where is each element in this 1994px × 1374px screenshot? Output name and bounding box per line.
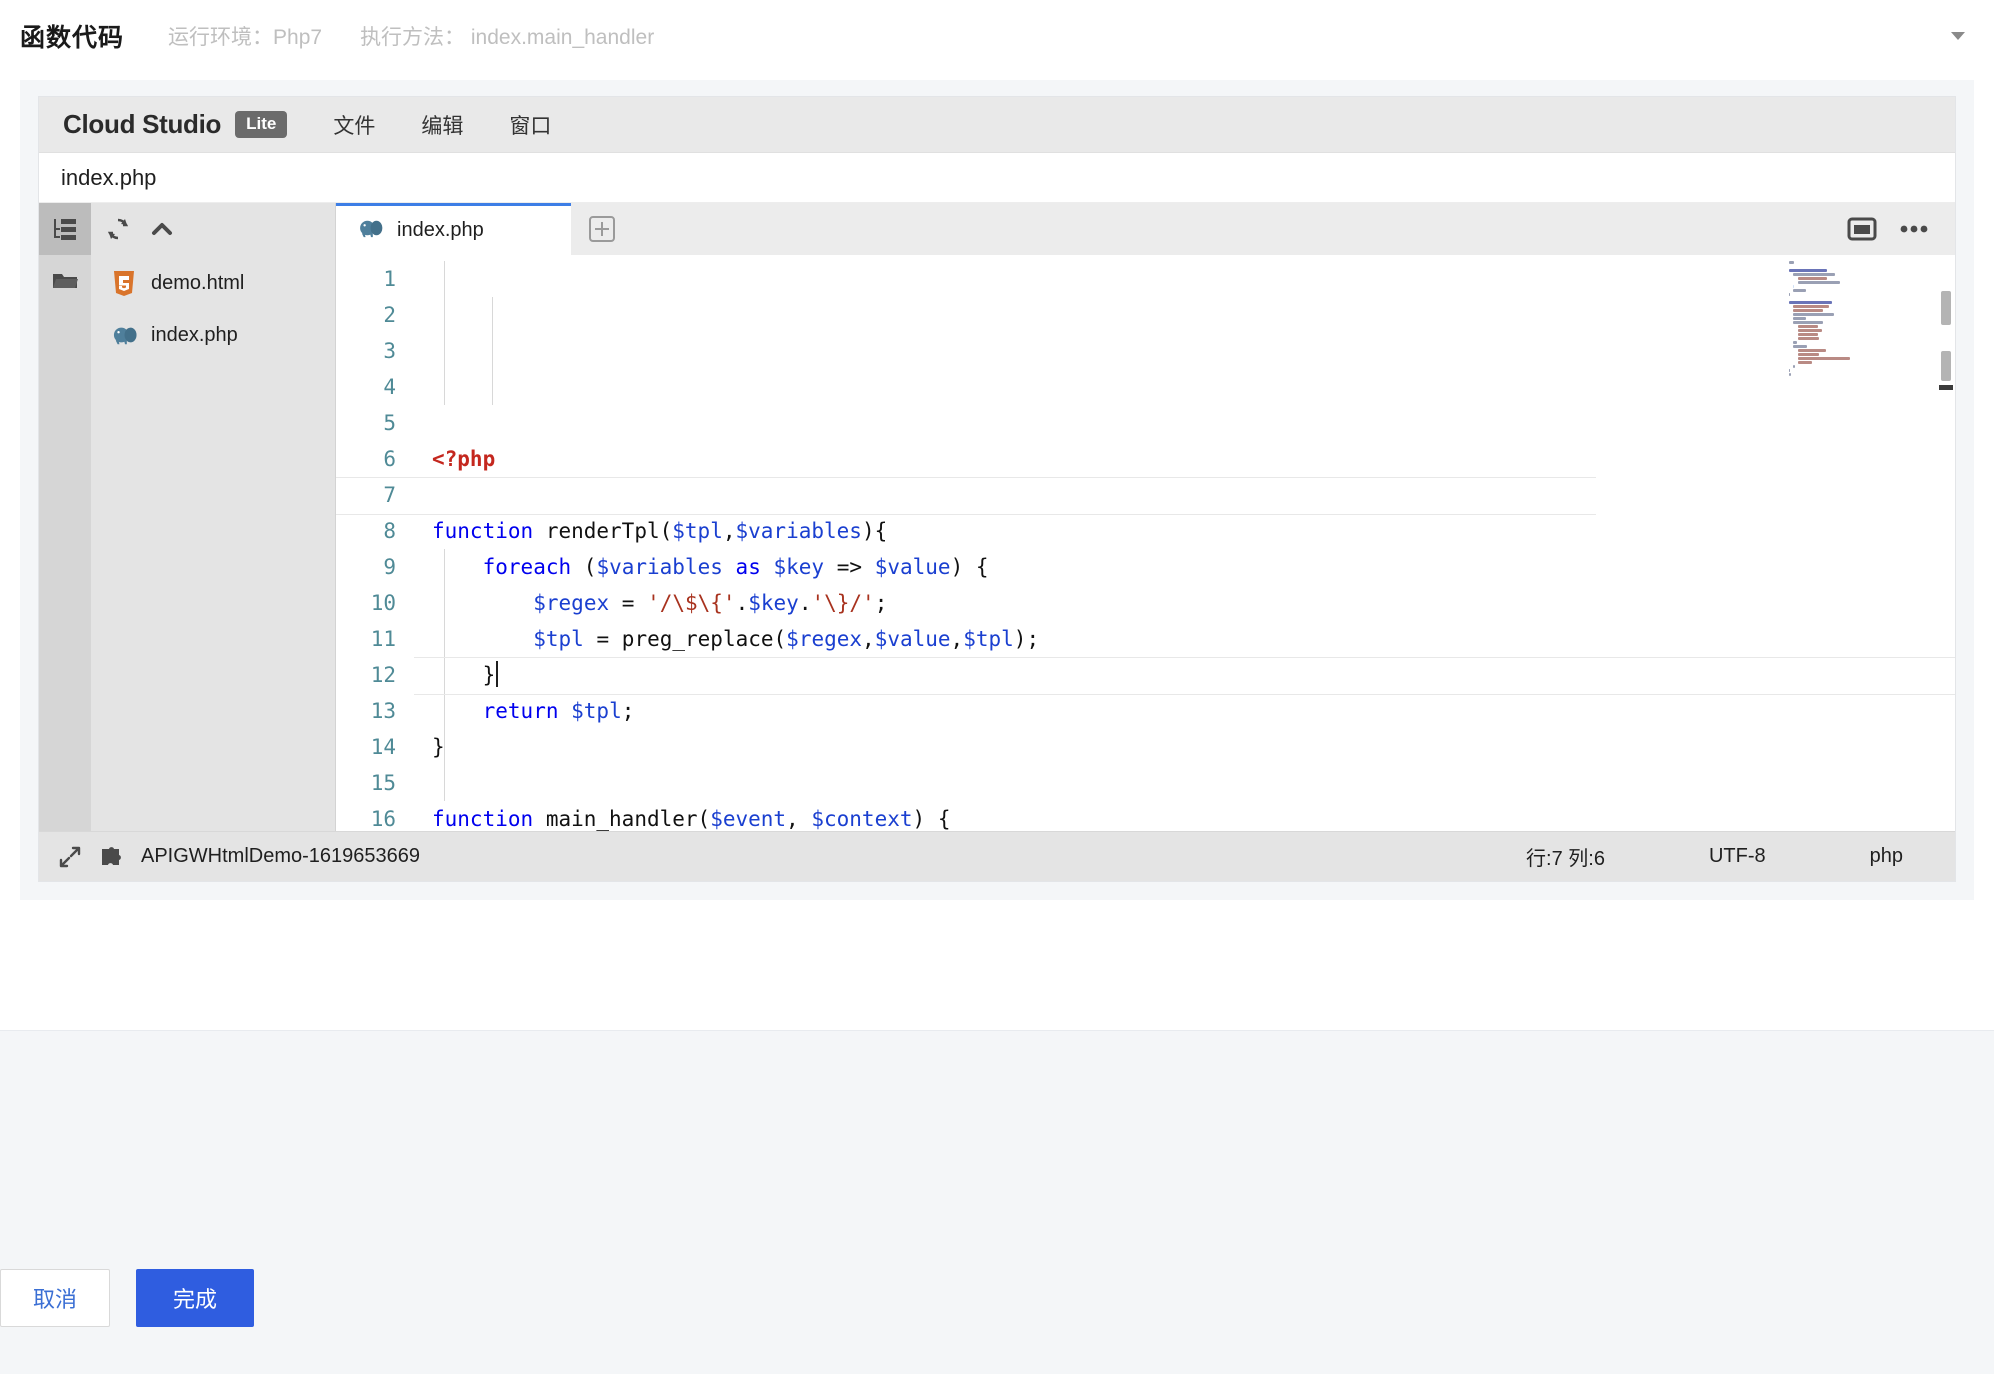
code-line[interactable]: function main_handler($event, $context) … (432, 801, 1955, 831)
file-encoding[interactable]: UTF-8 (1657, 845, 1818, 868)
line-number: 15 (336, 765, 396, 801)
activity-rail (39, 203, 91, 831)
editor-main: index.php (336, 203, 1955, 831)
line-number: 2 (336, 297, 396, 333)
menu-file[interactable]: 文件 (333, 110, 375, 140)
cursor-position[interactable]: 行:7 列:6 (1474, 842, 1657, 871)
handler-label: 执行方法： index.main_handler (360, 21, 654, 51)
file-explorer: demo.html index.php (91, 203, 336, 831)
lite-badge: Lite (235, 111, 287, 138)
code-line[interactable]: return $tpl; (432, 693, 1955, 729)
line-number-gutter: 123456789101112131415161718192021 (336, 255, 414, 831)
code-editor[interactable]: 123456789101112131415161718192021 <?php … (336, 255, 1955, 831)
add-tab-icon[interactable] (571, 203, 633, 255)
line-number: 3 (336, 333, 396, 369)
line-number: 1 (336, 261, 396, 297)
cloud-studio-logo: Cloud Studio (63, 109, 221, 140)
active-filename-bar: index.php (39, 153, 1955, 203)
editor-scrollbar[interactable] (1939, 255, 1953, 831)
code-line[interactable]: } (432, 657, 1955, 693)
list-item[interactable]: demo.html (91, 257, 335, 309)
line-number: 13 (336, 693, 396, 729)
cloud-studio-window: Cloud Studio Lite 文件 编辑 窗口 index.php (38, 96, 1956, 882)
code-line[interactable]: $tpl = preg_replace($regex,$value,$tpl); (432, 621, 1955, 657)
file-name: index.php (151, 324, 238, 347)
text-cursor (496, 661, 498, 687)
tab-label: index.php (397, 219, 484, 242)
menu-window[interactable]: 窗口 (509, 110, 551, 140)
file-language[interactable]: php (1818, 845, 1955, 868)
cancel-button[interactable]: 取消 (0, 1269, 110, 1327)
footer-divider (0, 1030, 1994, 1031)
code-line[interactable]: foreach ($variables as $key => $value) { (432, 549, 1955, 585)
code-viewport[interactable]: 123456789101112131415161718192021 <?php … (336, 255, 1955, 831)
line-number: 4 (336, 369, 396, 405)
footer-spacer (0, 900, 1994, 1030)
scrollbar-thumb-secondary[interactable] (1941, 351, 1951, 381)
line-number: 8 (336, 513, 396, 549)
line-number: 14 (336, 729, 396, 765)
line-number: 11 (336, 621, 396, 657)
file-tree-icon[interactable] (39, 203, 91, 255)
editor-tabbar: index.php (336, 203, 1955, 255)
code-line[interactable] (432, 765, 1955, 801)
project-name: APIGWHtmlDemo-1619653669 (141, 845, 420, 868)
line-number: 12 (336, 657, 396, 693)
scrollbar-marker (1939, 385, 1953, 390)
confirm-button[interactable]: 完成 (136, 1269, 254, 1327)
split-editor-icon[interactable] (1847, 216, 1877, 242)
more-options-icon[interactable] (1899, 224, 1929, 234)
puzzle-icon[interactable] (99, 845, 125, 869)
code-content[interactable]: <?php function renderTpl($tpl,$variables… (414, 255, 1955, 831)
line-number: 9 (336, 549, 396, 585)
scrollbar-thumb[interactable] (1941, 291, 1951, 325)
code-line[interactable]: } (432, 729, 1955, 765)
code-line[interactable]: function renderTpl($tpl,$variables){ (432, 513, 1955, 549)
html5-icon (113, 270, 137, 296)
code-line[interactable]: $regex = '/\$\{'.$key.'\}/'; (432, 585, 1955, 621)
line-number: 7 (336, 477, 396, 513)
function-code-editor-card: Cloud Studio Lite 文件 编辑 窗口 index.php (20, 80, 1974, 900)
tabbar-actions (1847, 203, 1955, 255)
menu-edit[interactable]: 编辑 (421, 110, 463, 140)
footer-actions: 取消 完成 (0, 1263, 1994, 1333)
folder-open-icon[interactable] (39, 255, 91, 307)
chevron-down-icon[interactable] (1948, 26, 1968, 46)
tab-index-php[interactable]: index.php (336, 203, 571, 255)
php-elephant-icon (113, 322, 137, 348)
php-elephant-icon (358, 218, 384, 243)
file-list: demo.html index.php (91, 255, 335, 831)
explorer-toolbar (91, 203, 335, 255)
editor-statusbar: APIGWHtmlDemo-1619653669 行:7 列:6 UTF-8 p… (39, 831, 1955, 881)
page-header: 函数代码 运行环境：Php7 执行方法： index.main_handler (0, 0, 1994, 72)
collapse-up-icon[interactable] (149, 216, 175, 242)
page-title: 函数代码 (20, 18, 124, 54)
list-item[interactable]: index.php (91, 309, 335, 361)
code-line[interactable] (432, 477, 1955, 513)
cloud-studio-menubar: Cloud Studio Lite 文件 编辑 窗口 (39, 97, 1955, 153)
line-number: 16 (336, 801, 396, 831)
workspace-body: demo.html index.php (39, 203, 1955, 831)
line-number: 10 (336, 585, 396, 621)
file-name: demo.html (151, 272, 244, 295)
active-filename: index.php (61, 165, 156, 191)
runtime-label: 运行环境：Php7 (168, 21, 322, 51)
refresh-icon[interactable] (105, 216, 131, 242)
statusbar-left: APIGWHtmlDemo-1619653669 (57, 844, 420, 870)
line-number: 6 (336, 441, 396, 477)
expand-arrows-icon[interactable] (57, 844, 83, 870)
line-number: 5 (336, 405, 396, 441)
code-line[interactable]: <?php (432, 441, 1955, 477)
statusbar-right: 行:7 列:6 UTF-8 php (1474, 842, 1955, 871)
